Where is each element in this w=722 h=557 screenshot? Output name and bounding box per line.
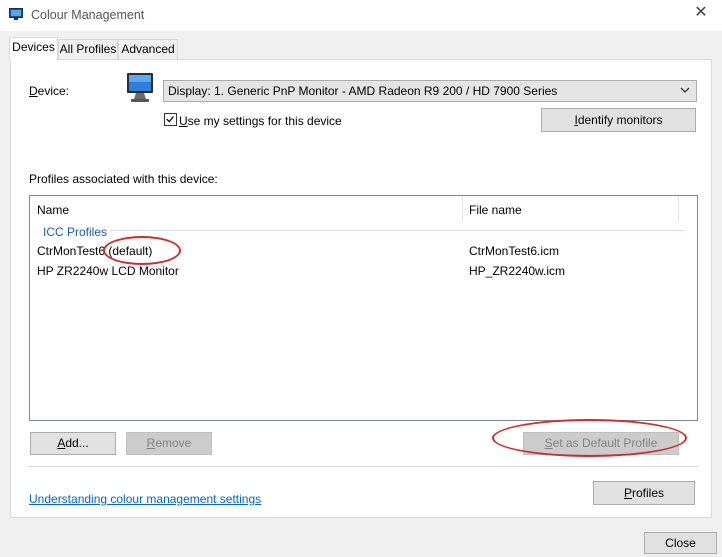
use-my-settings-label: Use my settings for this device — [179, 114, 342, 128]
profile-name: HP ZR2240w LCD Monitor — [37, 264, 179, 278]
use-my-settings-checkbox[interactable] — [164, 113, 177, 126]
close-button[interactable]: Close — [644, 532, 717, 554]
profiles-section-label: Profiles associated with this device: — [29, 172, 218, 186]
chevron-down-icon — [680, 87, 690, 93]
device-dropdown[interactable]: Display: 1. Generic PnP Monitor - AMD Ra… — [163, 80, 697, 102]
tab-devices[interactable]: Devices — [9, 37, 58, 60]
identify-rest: dentify monitors — [577, 113, 663, 127]
column-header-name[interactable]: Name — [37, 203, 69, 217]
title-bar: Colour Management ✕ — [0, 0, 722, 31]
colour-management-window: Colour Management ✕ Devices All Profiles… — [0, 0, 722, 557]
monitor-icon — [127, 73, 153, 102]
profiles-button[interactable]: Profiles — [593, 481, 695, 505]
group-divider — [110, 230, 686, 231]
annotation-ellipse-default — [103, 236, 181, 265]
use-settings-rest: se my settings for this device — [187, 114, 342, 128]
profiles-accel: P — [623, 486, 632, 500]
tab-all-profiles-label: All Profiles — [59, 42, 117, 56]
profiles-list[interactable]: Name File name ICC Profiles CtrMonTest6 … — [29, 195, 698, 421]
add-rest: dd... — [65, 436, 89, 450]
annotation-ellipse-set-default — [492, 419, 687, 457]
profile-file: HP_ZR2240w.icm — [469, 264, 566, 278]
column-separator — [462, 196, 463, 222]
remove-button[interactable]: Remove — [126, 432, 212, 455]
tab-all-profiles[interactable]: All Profiles — [58, 39, 118, 59]
identify-monitors-button[interactable]: Identify monitors — [541, 108, 696, 132]
understanding-colour-management-link[interactable]: Understanding colour management settings — [29, 492, 261, 506]
column-separator — [678, 196, 679, 222]
column-header-file-name[interactable]: File name — [469, 203, 522, 217]
use-settings-accel: U — [179, 114, 188, 128]
tab-advanced-label: Advanced — [121, 42, 175, 56]
group-label-icc-profiles: ICC Profiles — [43, 225, 108, 239]
device-dropdown-value: Display: 1. Generic PnP Monitor - AMD Ra… — [168, 84, 558, 98]
tab-advanced[interactable]: Advanced — [118, 39, 178, 59]
device-label: Device: — [29, 84, 69, 98]
profile-file: CtrMonTest6.icm — [469, 244, 560, 258]
window-title: Colour Management — [31, 8, 145, 22]
device-label-rest: evice: — [37, 84, 70, 98]
tab-devices-label: Devices — [12, 40, 55, 54]
close-icon[interactable]: ✕ — [694, 5, 708, 21]
device-label-accel: D — [29, 84, 38, 98]
checkmark-icon — [166, 116, 174, 123]
remove-rest: emove — [155, 436, 192, 450]
profiles-rest: rofiles — [632, 486, 665, 500]
remove-accel: R — [146, 436, 156, 450]
add-button[interactable]: Add... — [30, 432, 116, 455]
panel-divider — [28, 466, 698, 467]
list-item[interactable]: HP ZR2240w LCD Monitor HP_ZR2240w.icm — [30, 262, 690, 282]
app-icon — [9, 8, 23, 20]
